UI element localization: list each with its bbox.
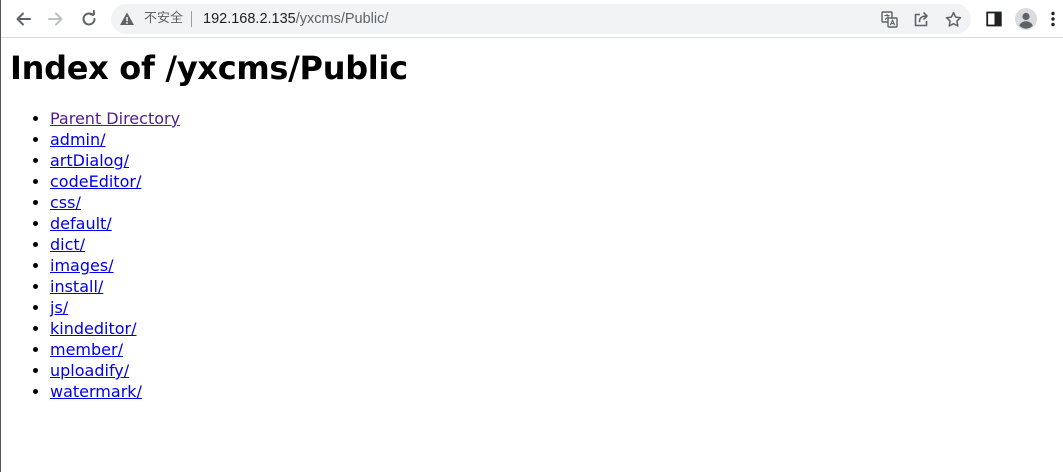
parent-directory-link[interactable]: Parent Directory	[50, 109, 180, 128]
reload-icon[interactable]	[75, 5, 103, 33]
translate-icon[interactable]	[879, 9, 899, 29]
directory-link-images[interactable]: images/	[50, 256, 114, 275]
page-title: Index of /yxcms/Public	[10, 49, 408, 87]
list-item: dict/	[50, 234, 180, 255]
directory-link-kindeditor[interactable]: kindeditor/	[50, 319, 136, 338]
directory-link-watermark[interactable]: watermark/	[50, 382, 142, 401]
kebab-menu-icon[interactable]	[1044, 5, 1062, 33]
page-content: Index of /yxcms/Public Parent Directory a…	[1, 39, 1063, 472]
list-item: css/	[50, 192, 180, 213]
list-item: admin/	[50, 129, 180, 150]
side-panel-icon[interactable]	[980, 5, 1008, 33]
list-item: install/	[50, 276, 180, 297]
address-bar[interactable]: 不安全 192.168.2.135/yxcms/Public/	[111, 4, 971, 34]
directory-link-default[interactable]: default/	[50, 214, 112, 233]
directory-link-dict[interactable]: dict/	[50, 235, 85, 254]
list-item: default/	[50, 213, 180, 234]
url-path: /yxcms/Public/	[295, 11, 389, 27]
warning-triangle-icon[interactable]	[119, 11, 135, 27]
list-item: codeEditor/	[50, 171, 180, 192]
directory-link-codeeditor[interactable]: codeEditor/	[50, 172, 141, 191]
browser-toolbar: 不安全 192.168.2.135/yxcms/Public/	[1, 0, 1063, 38]
directory-link-uploadify[interactable]: uploadify/	[50, 361, 129, 380]
back-arrow-icon[interactable]	[9, 5, 37, 33]
directory-listing: Parent Directory admin/artDialog/codeEdit…	[10, 108, 180, 402]
omnibox-divider	[191, 11, 192, 27]
list-item: js/	[50, 297, 180, 318]
directory-link-install[interactable]: install/	[50, 277, 103, 296]
url-text[interactable]: 192.168.2.135/yxcms/Public/	[203, 10, 388, 28]
list-item: Parent Directory	[50, 108, 180, 129]
list-item: kindeditor/	[50, 318, 180, 339]
list-item: watermark/	[50, 381, 180, 402]
directory-link-css[interactable]: css/	[50, 193, 81, 212]
directory-link-admin[interactable]: admin/	[50, 130, 106, 149]
directory-link-js[interactable]: js/	[50, 298, 68, 317]
list-item: uploadify/	[50, 360, 180, 381]
list-item: member/	[50, 339, 180, 360]
profile-avatar-icon[interactable]	[1012, 5, 1040, 33]
star-icon[interactable]	[943, 9, 963, 29]
security-status-label[interactable]: 不安全	[144, 11, 183, 27]
directory-link-member[interactable]: member/	[50, 340, 123, 359]
url-host: 192.168.2.135	[203, 11, 296, 27]
forward-arrow-icon[interactable]	[42, 5, 70, 33]
list-item: images/	[50, 255, 180, 276]
share-icon[interactable]	[911, 9, 931, 29]
directory-link-artdialog[interactable]: artDialog/	[50, 151, 129, 170]
list-item: artDialog/	[50, 150, 180, 171]
